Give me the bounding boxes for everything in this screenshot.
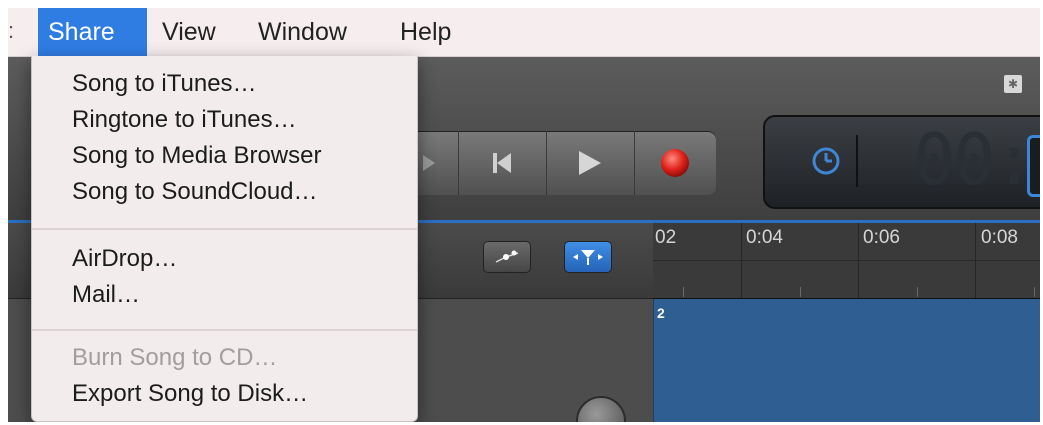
menu-separator [32, 228, 417, 230]
fast-forward-icon [423, 155, 435, 171]
flex-time-button[interactable] [564, 241, 612, 273]
record-icon [661, 149, 689, 177]
timeline-ruler[interactable]: 02 0:04 0:06 0:08 [653, 223, 1040, 299]
play-button[interactable] [546, 131, 635, 195]
lcd-time-readout: 00: [913, 119, 1035, 201]
play-icon [579, 151, 601, 175]
ruler-label: 0:08 [981, 227, 1018, 248]
menu-item-song-to-itunes[interactable]: Song to iTunes… [72, 70, 257, 98]
menu-item-ringtone-to-itunes[interactable]: Ringtone to iTunes… [72, 106, 297, 134]
menu-separator [32, 329, 417, 331]
menu-item-song-to-soundcloud[interactable]: Song to SoundCloud… [72, 178, 318, 206]
ruler-label: 0:04 [746, 227, 783, 248]
share-menu-dropdown: Song to iTunes… Ringtone to iTunes… Song… [31, 56, 418, 422]
ruler-major-tick [975, 223, 976, 298]
menu-item-airdrop[interactable]: AirDrop… [72, 245, 177, 273]
ruler-minor-tick [800, 287, 801, 297]
flex-time-icon [573, 250, 603, 265]
menu-window[interactable]: Window [248, 8, 357, 56]
record-button[interactable] [634, 131, 716, 195]
audio-region[interactable]: 2 [653, 299, 1040, 422]
lcd-display[interactable]: 00: [763, 115, 1040, 209]
ruler-midline [653, 260, 1040, 261]
menu-item-burn-song-to-cd: Burn Song to CD… [72, 344, 278, 371]
ruler-minor-tick [917, 287, 918, 297]
lcd-selected-digit [1027, 135, 1040, 197]
ruler-major-tick [741, 223, 742, 298]
menu-share[interactable]: Share [38, 8, 147, 56]
menubar-edge-glyph: : [8, 18, 15, 43]
menu-view[interactable]: View [152, 8, 226, 56]
ruler-major-tick [858, 223, 859, 298]
ruler-minor-tick [683, 287, 684, 297]
transport-controls [406, 131, 716, 195]
ruler-label: 02 [655, 227, 677, 248]
ruler-minor-tick [1034, 287, 1035, 297]
menu-item-export-song-to-disk[interactable]: Export Song to Disk… [72, 380, 308, 408]
go-to-beginning-icon [493, 153, 511, 173]
ruler-label: 0:06 [863, 227, 900, 248]
automation-button[interactable] [483, 241, 531, 273]
automation-icon [495, 250, 519, 263]
menu-help[interactable]: Help [390, 8, 461, 56]
toolbar-small-button[interactable]: ✱ [1004, 75, 1022, 93]
app-window: : Share View Window Help ✱ 00: 02 0:04 0… [8, 8, 1040, 422]
go-to-beginning-button[interactable] [458, 131, 547, 195]
menu-item-song-to-media-browser[interactable]: Song to Media Browser [72, 142, 321, 170]
region-label: 2 [657, 305, 665, 321]
volume-knob[interactable] [576, 396, 626, 422]
menu-bar: : Share View Window Help [8, 8, 1040, 57]
menu-item-mail[interactable]: Mail… [72, 281, 140, 309]
clock-icon [812, 135, 858, 187]
